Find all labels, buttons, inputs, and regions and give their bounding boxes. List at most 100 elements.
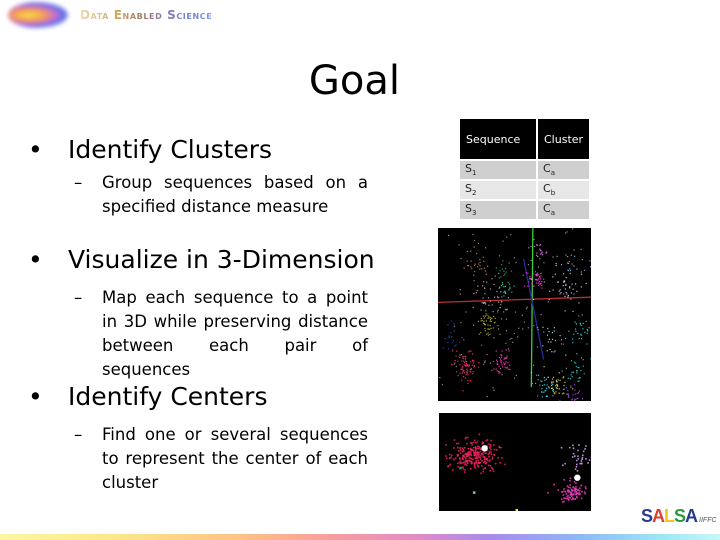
data-point <box>565 254 567 256</box>
data-point <box>572 371 574 373</box>
data-point <box>509 288 511 290</box>
data-point <box>536 252 538 254</box>
data-point <box>464 358 466 360</box>
data-point <box>472 306 474 308</box>
header-sequence: Sequence <box>460 119 536 159</box>
data-point <box>463 361 466 364</box>
stray-point <box>459 466 462 470</box>
data-point <box>451 342 453 344</box>
data-point <box>474 439 476 442</box>
data-point <box>560 292 562 294</box>
data-point <box>485 324 487 326</box>
data-point <box>491 278 493 280</box>
data-point <box>570 488 573 491</box>
data-point <box>553 327 555 329</box>
data-point <box>461 372 463 374</box>
data-point <box>542 254 544 256</box>
data-point <box>580 334 582 336</box>
data-point <box>569 477 572 480</box>
data-point <box>569 286 571 288</box>
data-point <box>504 463 506 466</box>
cluster-points <box>445 433 506 475</box>
data-point <box>572 388 574 390</box>
data-point <box>462 371 464 373</box>
data-point <box>575 323 577 325</box>
header-title: Data Enabled Science <box>80 8 213 22</box>
data-point <box>473 466 476 468</box>
data-point <box>503 270 505 272</box>
data-point <box>580 484 583 487</box>
data-point <box>548 299 550 301</box>
data-point <box>501 264 503 266</box>
data-point <box>482 453 484 456</box>
data-point <box>531 278 533 280</box>
data-point <box>582 450 585 453</box>
data-point <box>565 291 567 293</box>
data-point <box>493 453 496 456</box>
data-point <box>575 283 577 285</box>
cluster-points <box>460 239 487 282</box>
data-point <box>540 282 542 284</box>
data-point <box>573 400 576 401</box>
data-point <box>462 466 464 468</box>
data-point <box>493 368 495 370</box>
data-point <box>505 330 507 332</box>
data-point <box>452 339 454 341</box>
data-point <box>536 244 538 246</box>
data-point <box>574 389 576 391</box>
data-point <box>514 311 517 313</box>
data-point <box>450 332 452 334</box>
data-point <box>572 444 574 447</box>
data-point <box>529 278 531 280</box>
data-point <box>453 363 455 365</box>
cluster-points <box>552 248 591 273</box>
cluster-centers-canvas <box>445 433 591 511</box>
cluster-centers-plot <box>439 413 591 511</box>
bullet-icon: • <box>28 382 43 411</box>
data-point <box>484 302 486 304</box>
data-point <box>478 333 480 335</box>
data-point <box>535 282 538 284</box>
data-point <box>585 320 587 323</box>
data-point <box>459 452 462 454</box>
data-point <box>448 457 451 459</box>
data-point <box>450 336 452 338</box>
data-point <box>508 262 510 264</box>
cluster-points <box>442 320 465 356</box>
data-point <box>527 264 529 266</box>
data-point <box>472 446 475 449</box>
data-point <box>455 344 457 346</box>
data-point <box>580 497 583 500</box>
data-point <box>505 318 507 320</box>
data-point <box>569 484 571 486</box>
data-point <box>572 486 574 488</box>
data-point <box>471 364 473 366</box>
data-point <box>475 448 477 450</box>
data-point <box>586 343 588 345</box>
data-point <box>487 464 490 467</box>
data-point <box>535 254 538 256</box>
data-point <box>581 458 583 460</box>
data-point <box>500 303 502 306</box>
data-point <box>454 359 456 362</box>
data-point <box>572 490 574 492</box>
data-point <box>569 378 572 380</box>
data-point <box>555 391 557 393</box>
data-point <box>466 462 469 465</box>
data-point <box>462 467 465 470</box>
data-point <box>473 274 475 276</box>
data-point <box>483 267 485 269</box>
data-point <box>543 366 545 368</box>
data-point <box>571 283 573 285</box>
data-point <box>502 240 504 242</box>
data-point <box>497 457 499 459</box>
data-point <box>479 265 481 267</box>
data-point <box>541 384 544 387</box>
data-point <box>563 497 565 499</box>
data-point <box>564 295 566 297</box>
data-point <box>527 285 529 287</box>
data-point <box>441 384 443 386</box>
data-point <box>548 386 550 388</box>
data-point <box>490 448 492 451</box>
data-point <box>450 456 452 459</box>
